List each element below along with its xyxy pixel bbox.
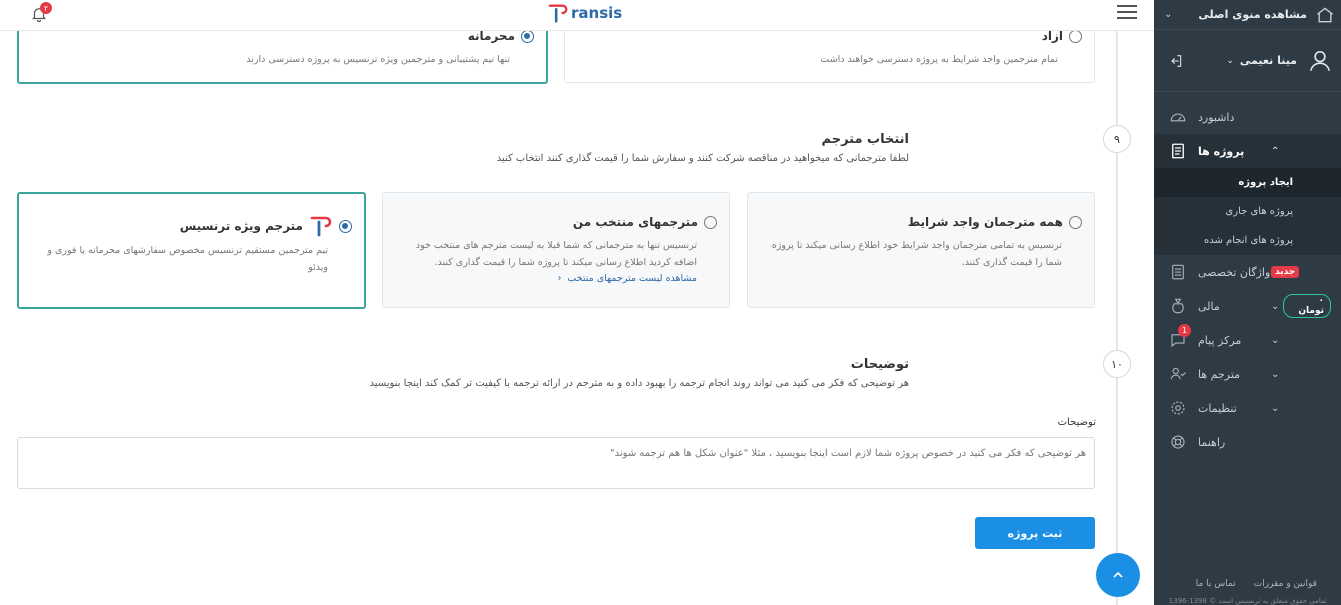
chevron-down-icon: ⌄ (1271, 402, 1280, 414)
new-badge: جدید (1271, 266, 1300, 278)
rules-link[interactable]: قوانین و مقررات (1254, 579, 1317, 589)
notes-section-title: توضیحات (850, 357, 909, 372)
sidebar-item-label: مرکز پیام (1198, 333, 1242, 347)
sidebar-item-finance[interactable]: مالی ۰ تومان ⌄ (1154, 289, 1341, 323)
privacy-private-title: محرمانه (467, 29, 515, 43)
privacy-private-desc: تنها تیم پشتیبانی و مترجمین ویژه ترنسیس … (246, 54, 510, 65)
main-content: آزاد تمام مترجمین واجد شرایط به پروژه دس… (0, 0, 1154, 605)
submit-project-button[interactable]: ثبت پروژه (975, 517, 1095, 549)
step-9-badge: ۹ (1103, 125, 1131, 153)
translator-section-subtitle: لطفا مترجمانی که میخواهید در مناقصه شرکت… (496, 153, 909, 164)
option-special-title: مترجم ویژه ترنسیس (179, 219, 303, 233)
sidebar-item-dashboard[interactable]: داشبورد (1154, 100, 1341, 134)
user-dropdown-icon: ⌄ (1226, 55, 1234, 66)
dashboard-gauge-icon (1168, 107, 1188, 127)
step-10-badge: ۱۰ (1103, 350, 1131, 378)
user-avatar-icon (1307, 48, 1333, 74)
projects-document-icon (1168, 141, 1188, 161)
sidebar-item-translators[interactable]: مترجم ها ⌄ (1154, 357, 1341, 391)
main-menu-toggle[interactable]: مشاهده منوی اصلی ⌄ (1154, 0, 1341, 30)
sidebar-footer: قوانین و مقررات تماس با ما تمامی حقوق مت… (1154, 579, 1341, 605)
scroll-to-top-button[interactable] (1096, 553, 1140, 597)
sidebar-item-label: داشبورد (1198, 110, 1235, 124)
selected-list-link[interactable]: مشاهده لیست مترجمهای منتخب ‹ (558, 273, 697, 284)
sidebar-item-help[interactable]: راهنما (1154, 425, 1341, 459)
user-name: مینا نعیمی (1239, 54, 1297, 67)
chevron-down-icon: ⌄ (1271, 368, 1280, 380)
sidebar-item-label: مالی (1198, 299, 1220, 313)
sidebar-item-label: واژگان تخصصی (1198, 265, 1271, 279)
transis-mini-logo-icon (309, 214, 333, 238)
contact-link[interactable]: تماس با ما (1196, 579, 1236, 589)
notes-field-label: توضیحات (1057, 417, 1096, 428)
translator-option-special[interactable]: مترجم ویژه ترنسیس تیم مترجمین مستقیم ترن… (17, 192, 366, 309)
privacy-free-title: آزاد (1041, 29, 1063, 43)
option-selected-desc: ترنسیس تنها به مترجمانی که شما قبلا به ل… (415, 240, 697, 268)
sidebar-menu: داشبورد پروژه ها ⌃ (1154, 100, 1341, 168)
transis-logo[interactable]: ransis (547, 2, 622, 24)
projects-submenu: ایجاد پروژه پروژه های جاری پروژه های انج… (1154, 168, 1341, 255)
chevron-up-icon (1113, 571, 1123, 578)
translator-option-all[interactable]: همه مترجمان واجد شرایط ترنسیس به تمامی م… (747, 192, 1095, 308)
radio-free[interactable] (1069, 29, 1082, 43)
chevron-left-icon: ‹ (557, 273, 562, 284)
option-special-desc: تیم مترجمین مستقیم ترنسیس مخصوص سفارشهای… (47, 245, 328, 273)
selected-list-link-text: مشاهده لیست مترجمهای منتخب (567, 273, 697, 284)
sidebar-item-settings[interactable]: تنظیمات ⌄ (1154, 391, 1341, 425)
notification-count-badge: ۲ (40, 2, 52, 14)
chevron-down-icon: ⌄ (1271, 300, 1280, 312)
sidebar-item-label: تنظیمات (1198, 401, 1237, 415)
sidebar-item-label: راهنما (1198, 435, 1226, 449)
notes-section-subtitle: هر توضیحی که فکر می کنید می تواند روند ا… (369, 378, 909, 389)
copyright-text: تمامی حقوق متعلق به ترنسیس است © 1398-13… (1168, 597, 1327, 605)
sidebar-item-messages[interactable]: 1 مرکز پیام ⌄ (1154, 323, 1341, 357)
logo-text: ransis (571, 4, 623, 22)
radio-private[interactable] (521, 29, 534, 43)
translators-people-icon (1168, 364, 1188, 384)
hamburger-menu-icon[interactable] (1117, 5, 1137, 21)
chat-icon: 1 (1168, 324, 1191, 350)
glossary-list-icon (1168, 262, 1188, 282)
logout-icon[interactable] (1168, 53, 1184, 69)
notes-textarea[interactable] (17, 437, 1095, 489)
option-all-desc: ترنسیس به تمامی مترجمان واجد شرایط خود ا… (771, 240, 1062, 268)
gear-icon (1168, 398, 1188, 418)
submenu-create-project[interactable]: ایجاد پروژه (1154, 168, 1341, 197)
submenu-current-projects[interactable]: پروژه های جاری (1154, 197, 1341, 226)
sidebar-item-label: پروژه ها (1198, 144, 1245, 158)
help-lifebuoy-icon (1168, 432, 1188, 452)
transis-logo-icon (548, 4, 568, 23)
money-bag-icon (1168, 296, 1188, 316)
sidebar: مشاهده منوی اصلی ⌄ مینا نعیمی ⌄ داشبورد … (1154, 0, 1341, 605)
sidebar-item-glossary[interactable]: واژگان تخصصی جدید (1154, 255, 1341, 289)
chevron-down-icon: ⌄ (1271, 334, 1280, 346)
home-icon (1315, 5, 1335, 25)
translator-option-selected[interactable]: مترجمهای منتخب من ترنسیس تنها به مترجمان… (382, 192, 730, 308)
top-header: ۲ ransis (0, 0, 1154, 31)
submenu-completed-projects[interactable]: پروژه های انجام شده (1154, 226, 1341, 255)
messages-count-badge: 1 (1178, 324, 1191, 337)
sidebar-menu-rest: واژگان تخصصی جدید مالی ۰ تومان ⌄ 1 مرکز پ… (1154, 255, 1341, 459)
radio-all-translators[interactable] (1069, 215, 1082, 229)
sidebar-item-label: مترجم ها (1198, 367, 1241, 381)
main-menu-label: مشاهده منوی اصلی (1198, 8, 1307, 21)
step-timeline-line (1116, 31, 1118, 605)
chevron-down-icon: ⌄ (1164, 9, 1173, 20)
balance-badge: ۰ تومان (1283, 294, 1331, 318)
sidebar-item-projects[interactable]: پروژه ها ⌃ (1154, 134, 1341, 168)
privacy-free-desc: تمام مترجمین واجد شرایط به پروژه دسترسی … (820, 54, 1058, 65)
chevron-up-icon: ⌃ (1271, 145, 1280, 157)
radio-selected-translators[interactable] (704, 215, 717, 229)
option-all-title: همه مترجمان واجد شرایط (907, 215, 1063, 229)
translator-section-title: انتخاب مترجم (821, 132, 910, 147)
user-profile[interactable]: مینا نعیمی ⌄ (1154, 30, 1341, 92)
option-selected-title: مترجمهای منتخب من (572, 215, 698, 229)
radio-special-translator[interactable] (339, 219, 352, 233)
